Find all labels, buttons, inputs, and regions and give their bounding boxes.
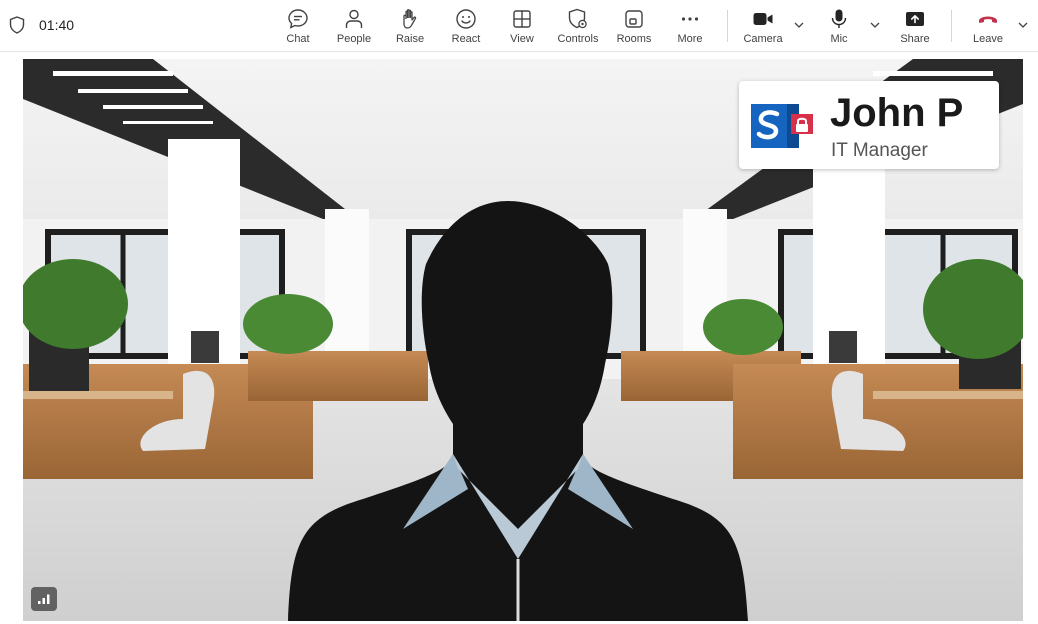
camera-button[interactable]: Camera <box>742 0 784 52</box>
camera-icon <box>753 13 773 25</box>
controls-icon <box>568 8 587 29</box>
more-label: More <box>677 33 703 45</box>
react-button[interactable]: React <box>451 0 481 52</box>
participant-title: IT Manager <box>831 140 928 161</box>
people-icon <box>345 9 363 28</box>
controls-label: Controls <box>557 33 599 45</box>
rooms-icon <box>625 10 643 28</box>
chat-icon <box>288 9 308 29</box>
view-label: View <box>510 33 534 45</box>
chat-button[interactable]: Chat <box>284 0 312 52</box>
chevron-down-icon[interactable] <box>1017 19 1029 31</box>
more-button[interactable]: More <box>675 0 705 52</box>
controls-button[interactable]: Controls <box>556 0 600 52</box>
leave-icon <box>979 16 997 23</box>
call-health-button[interactable] <box>31 587 57 611</box>
mic-label: Mic <box>830 33 848 45</box>
react-label: React <box>451 33 481 45</box>
view-button[interactable]: View <box>508 0 536 52</box>
view-icon <box>513 10 531 28</box>
raise-label: Raise <box>395 33 425 45</box>
more-icon <box>681 17 699 21</box>
raise-hand-button[interactable]: Raise <box>395 0 425 52</box>
leave-button[interactable]: Leave <box>972 0 1004 52</box>
react-icon <box>456 9 476 29</box>
video-feed: John P IT Manager <box>23 59 1023 621</box>
mic-icon <box>831 9 847 28</box>
name-overlay: John P IT Manager <box>739 81 999 169</box>
mic-button[interactable]: Mic <box>826 0 852 52</box>
rooms-label: Rooms <box>616 33 652 45</box>
participant-name: John P <box>830 91 964 135</box>
chat-label: Chat <box>286 33 310 45</box>
meeting-timer: 01:40 <box>39 17 75 33</box>
meeting-toolbar: 01:40 Chat People Raise React View Contr… <box>0 0 1038 52</box>
toolbar-divider <box>727 10 728 42</box>
raise-hand-icon <box>403 9 417 29</box>
company-logo-icon <box>751 104 813 148</box>
rooms-button[interactable]: Rooms <box>615 0 653 52</box>
camera-label: Camera <box>743 33 783 45</box>
share-button[interactable]: Share <box>900 0 930 52</box>
people-label: People <box>336 33 372 45</box>
share-icon <box>906 12 924 26</box>
leave-label: Leave <box>973 33 1003 45</box>
chevron-down-icon[interactable] <box>869 19 881 31</box>
toolbar-divider <box>951 10 952 42</box>
signal-icon <box>38 594 50 604</box>
people-button[interactable]: People <box>334 0 374 52</box>
shield-icon[interactable] <box>9 16 25 34</box>
chevron-down-icon[interactable] <box>793 19 805 31</box>
share-label: Share <box>900 33 930 45</box>
